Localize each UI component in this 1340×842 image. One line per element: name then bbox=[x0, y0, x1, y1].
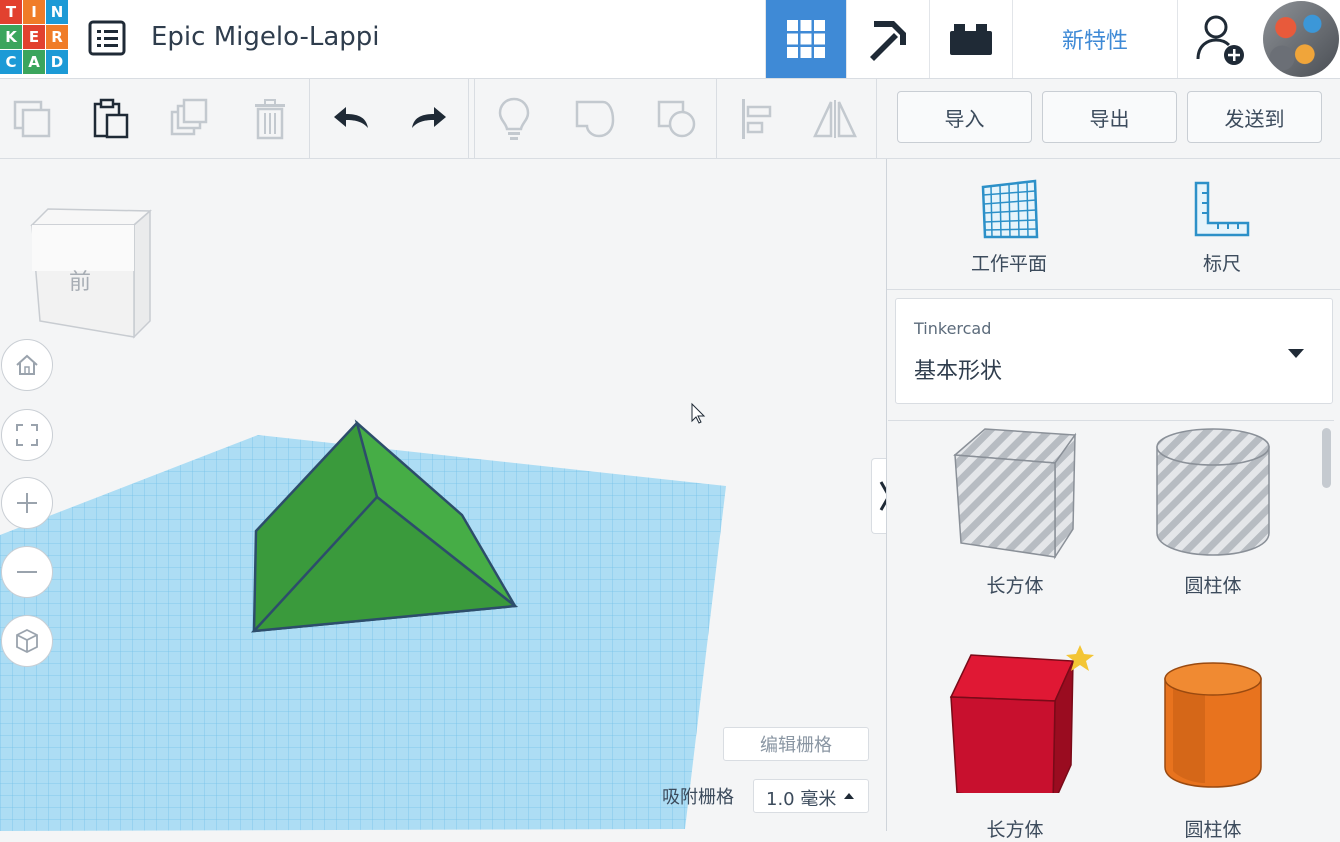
cube-icon bbox=[16, 628, 38, 654]
shape-label: 长方体 bbox=[986, 819, 1044, 841]
grid-icon bbox=[787, 20, 825, 58]
redo-icon bbox=[412, 106, 446, 128]
snap-grid-value: 1.0 毫米 bbox=[766, 789, 837, 810]
undo-button[interactable] bbox=[320, 79, 384, 158]
zoom-in-button[interactable] bbox=[1, 477, 53, 529]
shape-tile-box-hole[interactable]: 长方体 bbox=[945, 421, 1085, 606]
shape-label: 圆柱体 bbox=[1184, 819, 1242, 841]
export-button[interactable]: 导出 bbox=[1042, 91, 1177, 143]
chevron-down-icon bbox=[1288, 349, 1304, 358]
snap-grid-select[interactable]: 1.0 毫米 bbox=[753, 779, 869, 813]
shape-library-dropdown[interactable]: Tinkercad 基本形状 bbox=[895, 298, 1333, 404]
paste-button[interactable] bbox=[78, 79, 142, 158]
ungroup-icon bbox=[657, 100, 696, 137]
logo-letter: N bbox=[46, 0, 68, 24]
shape-tile-cylinder[interactable]: 圆柱体 bbox=[1143, 643, 1283, 841]
minus-icon bbox=[17, 571, 37, 573]
logo-letter: R bbox=[46, 25, 68, 49]
tinkercad-logo[interactable]: T I N K E R C A D bbox=[0, 0, 68, 74]
logo-letter: D bbox=[46, 50, 68, 74]
toolbar-divider bbox=[468, 79, 469, 158]
ungroup-button[interactable] bbox=[645, 79, 709, 158]
bricks-view-button[interactable] bbox=[929, 0, 1012, 78]
shape-label: 长方体 bbox=[986, 575, 1044, 597]
snap-grid-label: 吸附栅格 bbox=[662, 787, 734, 808]
toolbar-divider bbox=[474, 79, 475, 158]
library-source: Tinkercad bbox=[914, 319, 992, 338]
workplane-tool[interactable]: 工作平面 bbox=[934, 179, 1084, 276]
group-icon bbox=[575, 100, 615, 137]
pickaxe-icon bbox=[870, 21, 906, 61]
orange-cylinder-icon bbox=[1164, 662, 1262, 788]
user-avatar[interactable] bbox=[1263, 1, 1339, 77]
trash-icon bbox=[255, 98, 285, 139]
edit-grid-button[interactable]: 编辑栅格 bbox=[723, 727, 869, 761]
undo-icon bbox=[334, 106, 368, 128]
cursor-icon bbox=[691, 402, 706, 424]
design-list-icon[interactable] bbox=[88, 20, 126, 56]
shapes-grid: 长方体 圆柱体 长方体 圆柱体 bbox=[888, 420, 1334, 841]
workplane-icon bbox=[981, 179, 1039, 239]
red-box-icon bbox=[949, 645, 1094, 806]
view-cube-front-label: 前 bbox=[69, 270, 91, 295]
toolbar-divider bbox=[309, 79, 310, 158]
striped-box-icon bbox=[953, 428, 1077, 560]
ruler-label: 标尺 bbox=[1202, 253, 1241, 275]
perspective-button[interactable] bbox=[1, 615, 53, 667]
plus-icon bbox=[17, 493, 37, 513]
toolbar-divider bbox=[716, 79, 717, 158]
top-bar: T I N K E R C A D Epic Migelo-Lappi 新特性 bbox=[0, 0, 1340, 79]
group-button[interactable] bbox=[563, 79, 627, 158]
home-icon bbox=[16, 354, 38, 375]
toolbar-divider bbox=[876, 79, 877, 158]
fit-view-button[interactable] bbox=[1, 409, 53, 461]
zoom-out-button[interactable] bbox=[1, 546, 53, 598]
new-features-button[interactable]: 新特性 bbox=[1012, 0, 1177, 78]
ruler-icon bbox=[1194, 181, 1250, 237]
edit-toolbar: 导入 导出 发送到 bbox=[0, 79, 1340, 159]
project-title[interactable]: Epic Migelo-Lappi bbox=[151, 22, 380, 52]
caret-up-icon bbox=[844, 793, 854, 799]
striped-cylinder-icon bbox=[1156, 428, 1270, 556]
shape-tile-cylinder-hole[interactable]: 圆柱体 bbox=[1143, 421, 1283, 606]
copy-button[interactable] bbox=[0, 79, 64, 158]
add-user-button[interactable] bbox=[1177, 0, 1263, 78]
mirror-button[interactable] bbox=[803, 79, 867, 158]
copy-icon bbox=[13, 100, 51, 137]
mirror-icon bbox=[813, 99, 857, 138]
home-view-button[interactable] bbox=[1, 339, 53, 391]
duplicate-icon bbox=[170, 98, 208, 135]
align-icon bbox=[742, 98, 772, 139]
logo-letter: A bbox=[23, 50, 45, 74]
workplane-label: 工作平面 bbox=[970, 253, 1047, 275]
lightbulb-icon bbox=[498, 97, 530, 140]
redo-button[interactable] bbox=[396, 79, 460, 158]
send-to-button[interactable]: 发送到 bbox=[1187, 91, 1322, 143]
duplicate-button[interactable] bbox=[158, 79, 222, 158]
align-button[interactable] bbox=[724, 79, 788, 158]
shape-tile-box[interactable]: 长方体 bbox=[945, 643, 1094, 841]
delete-button[interactable] bbox=[238, 79, 302, 158]
bricks-icon bbox=[950, 24, 992, 55]
panel-divider bbox=[887, 289, 1340, 290]
fit-icon bbox=[16, 424, 38, 446]
import-button[interactable]: 导入 bbox=[897, 91, 1032, 143]
shapes-scrollbar[interactable] bbox=[1322, 428, 1331, 488]
logo-letter: E bbox=[23, 25, 45, 49]
library-name: 基本形状 bbox=[914, 359, 1003, 384]
ruler-tool[interactable]: 标尺 bbox=[1147, 179, 1297, 276]
logo-letter: T bbox=[0, 0, 22, 24]
3d-design-view-button[interactable] bbox=[765, 0, 846, 78]
view-cube[interactable]: 前 bbox=[30, 208, 152, 339]
shape-label: 圆柱体 bbox=[1184, 575, 1242, 597]
notes-button[interactable] bbox=[482, 79, 546, 158]
logo-letter: K bbox=[0, 25, 22, 49]
clipboard-icon bbox=[93, 98, 129, 138]
logo-letter: I bbox=[23, 0, 45, 24]
logo-letter: C bbox=[0, 50, 22, 74]
blocks-view-button[interactable] bbox=[846, 0, 929, 78]
add-user-icon bbox=[1196, 15, 1244, 65]
